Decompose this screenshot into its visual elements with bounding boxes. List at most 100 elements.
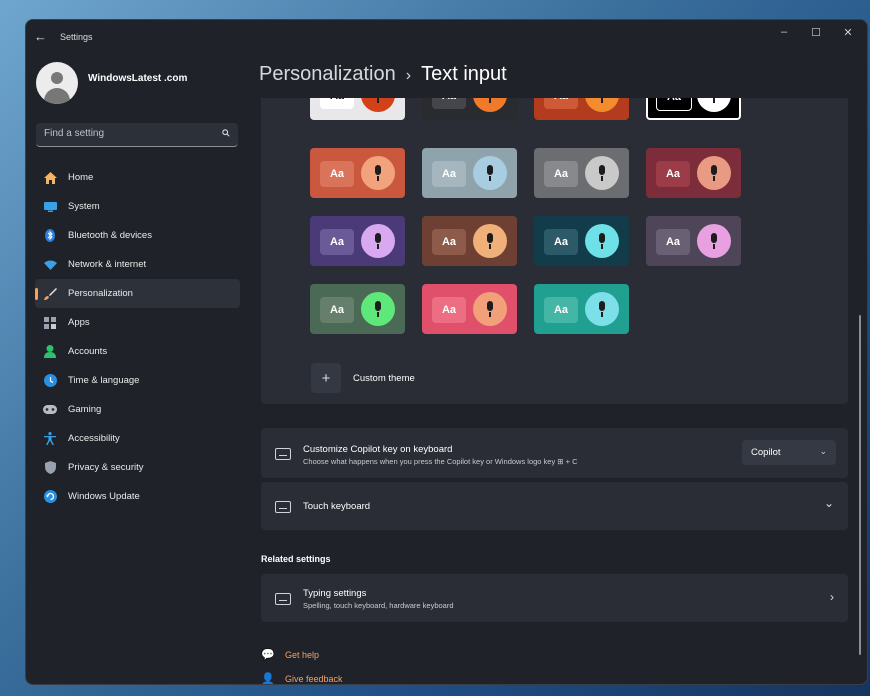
- text-input-themes-card: + Custom theme Aa Aa Aa Aa Aa Aa Aa Aa Aa Aa Aa Aa A…: [261, 98, 848, 404]
- copilot-key-dropdown[interactable]: Copilot ⌄: [742, 440, 836, 465]
- breadcrumb: Personalization › Text input: [259, 63, 507, 86]
- sidebar-item-apps[interactable]: Apps: [35, 308, 240, 337]
- theme-tile[interactable]: Aa: [422, 148, 517, 198]
- sidebar-item-privacy-security[interactable]: Privacy & security: [35, 453, 240, 482]
- theme-tile[interactable]: Aa: [534, 98, 629, 120]
- content-pane: + Custom theme Aa Aa Aa Aa Aa Aa Aa Aa Aa Aa Aa Aa A…: [261, 98, 848, 684]
- sidebar-item-network[interactable]: Network & internet: [35, 250, 240, 279]
- sidebar-item-label: Bluetooth & devices: [68, 230, 152, 241]
- theme-aa-label: Aa: [432, 161, 466, 187]
- theme-aa-label: Aa: [544, 98, 578, 109]
- time-language-icon: [43, 374, 57, 388]
- copilot-key-row[interactable]: Customize Copilot key on keyboard Choose…: [261, 428, 848, 478]
- sidebar-item-system[interactable]: System: [35, 192, 240, 221]
- back-arrow-icon[interactable]: ←: [34, 29, 47, 44]
- chevron-down-icon[interactable]: ⌄: [824, 496, 834, 510]
- brush-icon: [43, 287, 57, 301]
- avatar: [36, 62, 78, 104]
- scrollbar[interactable]: [859, 315, 861, 655]
- title-bar: ← Settings – ☐ ✕: [26, 20, 867, 54]
- keyboard-icon: [275, 501, 291, 513]
- theme-tile[interactable]: Aa: [422, 98, 517, 120]
- microphone-icon: [697, 156, 731, 190]
- sidebar-item-time-language[interactable]: Time & language: [35, 366, 240, 395]
- settings-window: ← Settings – ☐ ✕ WindowsLatest .com Home…: [25, 19, 868, 685]
- theme-aa-label: Aa: [544, 161, 578, 187]
- copilot-row-desc: Choose what happens when you press the C…: [303, 457, 578, 466]
- theme-tile[interactable]: Aa: [310, 216, 405, 266]
- accounts-icon: [43, 345, 57, 359]
- theme-tile[interactable]: Aa: [422, 216, 517, 266]
- theme-aa-label: Aa: [432, 297, 466, 323]
- theme-aa-label: Aa: [544, 297, 578, 323]
- give-feedback-label: Give feedback: [285, 673, 343, 684]
- theme-tile[interactable]: Aa: [646, 98, 741, 120]
- sidebar-item-windows-update[interactable]: Windows Update: [35, 482, 240, 511]
- typing-settings-row[interactable]: Typing settings Spelling, touch keyboard…: [261, 574, 848, 622]
- microphone-icon: [697, 98, 731, 112]
- theme-aa-label: Aa: [656, 98, 692, 111]
- touch-keyboard-row[interactable]: Touch keyboard ⌄: [261, 482, 848, 530]
- microphone-icon: [361, 292, 395, 326]
- sidebar-item-label: Time & language: [68, 375, 140, 386]
- theme-tile[interactable]: Aa: [310, 98, 405, 120]
- home-icon: [43, 171, 57, 185]
- theme-tile[interactable]: Aa: [534, 284, 629, 334]
- sidebar-item-personalization[interactable]: Personalization: [35, 279, 240, 308]
- sidebar-item-gaming[interactable]: Gaming: [35, 395, 240, 424]
- breadcrumb-parent[interactable]: Personalization: [259, 63, 396, 85]
- get-help-link[interactable]: 💬 Get help: [261, 648, 319, 661]
- give-feedback-link[interactable]: 👤 Give feedback: [261, 672, 343, 684]
- sidebar-item-label: Accounts: [68, 346, 108, 357]
- theme-tile[interactable]: Aa: [534, 216, 629, 266]
- microphone-icon: [361, 156, 395, 190]
- microphone-icon: [585, 98, 619, 112]
- chevron-right-icon: ›: [830, 590, 834, 604]
- keyboard-icon: [275, 448, 291, 460]
- theme-aa-label: Aa: [320, 297, 354, 323]
- search-icon[interactable]: [222, 129, 230, 137]
- sidebar-item-label: Accessibility: [68, 433, 120, 444]
- microphone-icon: [585, 156, 619, 190]
- microphone-icon: [473, 292, 507, 326]
- sidebar-item-label: Apps: [68, 317, 90, 328]
- sidebar-item-label: Home: [68, 172, 94, 183]
- search-input[interactable]: [36, 123, 214, 144]
- breadcrumb-separator: ›: [405, 67, 412, 84]
- sidebar-item-accessibility[interactable]: Accessibility: [35, 424, 240, 453]
- theme-tile[interactable]: Aa: [310, 148, 405, 198]
- theme-aa-label: Aa: [320, 98, 354, 109]
- keyboard-icon: [275, 593, 291, 605]
- network-icon: [43, 258, 57, 272]
- theme-aa-label: Aa: [656, 229, 690, 255]
- theme-aa-label: Aa: [656, 161, 690, 187]
- page-title: Text input: [421, 63, 507, 85]
- touch-keyboard-title: Touch keyboard: [303, 501, 371, 512]
- sidebar-item-label: Privacy & security: [68, 462, 144, 473]
- shield-icon: [43, 461, 57, 475]
- microphone-icon: [697, 224, 731, 258]
- get-help-label: Get help: [285, 649, 320, 660]
- chevron-down-icon: ⌄: [819, 446, 827, 456]
- sidebar-item-bluetooth[interactable]: Bluetooth & devices: [35, 221, 240, 250]
- theme-tile[interactable]: Aa: [310, 284, 405, 334]
- microphone-icon: [473, 98, 507, 112]
- theme-tile[interactable]: Aa: [534, 148, 629, 198]
- search-box[interactable]: [36, 123, 238, 147]
- system-icon: [43, 200, 57, 214]
- sidebar-item-home[interactable]: Home: [35, 163, 240, 192]
- custom-theme-button[interactable]: + Custom theme: [311, 363, 415, 393]
- microphone-icon: [361, 224, 395, 258]
- sidebar-nav: Home System Bluetooth & devices Network …: [35, 163, 240, 511]
- theme-tile[interactable]: Aa: [646, 216, 741, 266]
- sidebar-item-accounts[interactable]: Accounts: [35, 337, 240, 366]
- maximize-button[interactable]: ☐: [805, 26, 827, 39]
- minimize-button[interactable]: –: [773, 26, 795, 38]
- close-button[interactable]: ✕: [837, 26, 859, 39]
- theme-tile[interactable]: Aa: [422, 284, 517, 334]
- theme-aa-label: Aa: [432, 98, 466, 109]
- microphone-icon: [585, 292, 619, 326]
- sidebar-item-label: System: [68, 201, 100, 212]
- update-icon: [43, 490, 57, 504]
- theme-tile[interactable]: Aa: [646, 148, 741, 198]
